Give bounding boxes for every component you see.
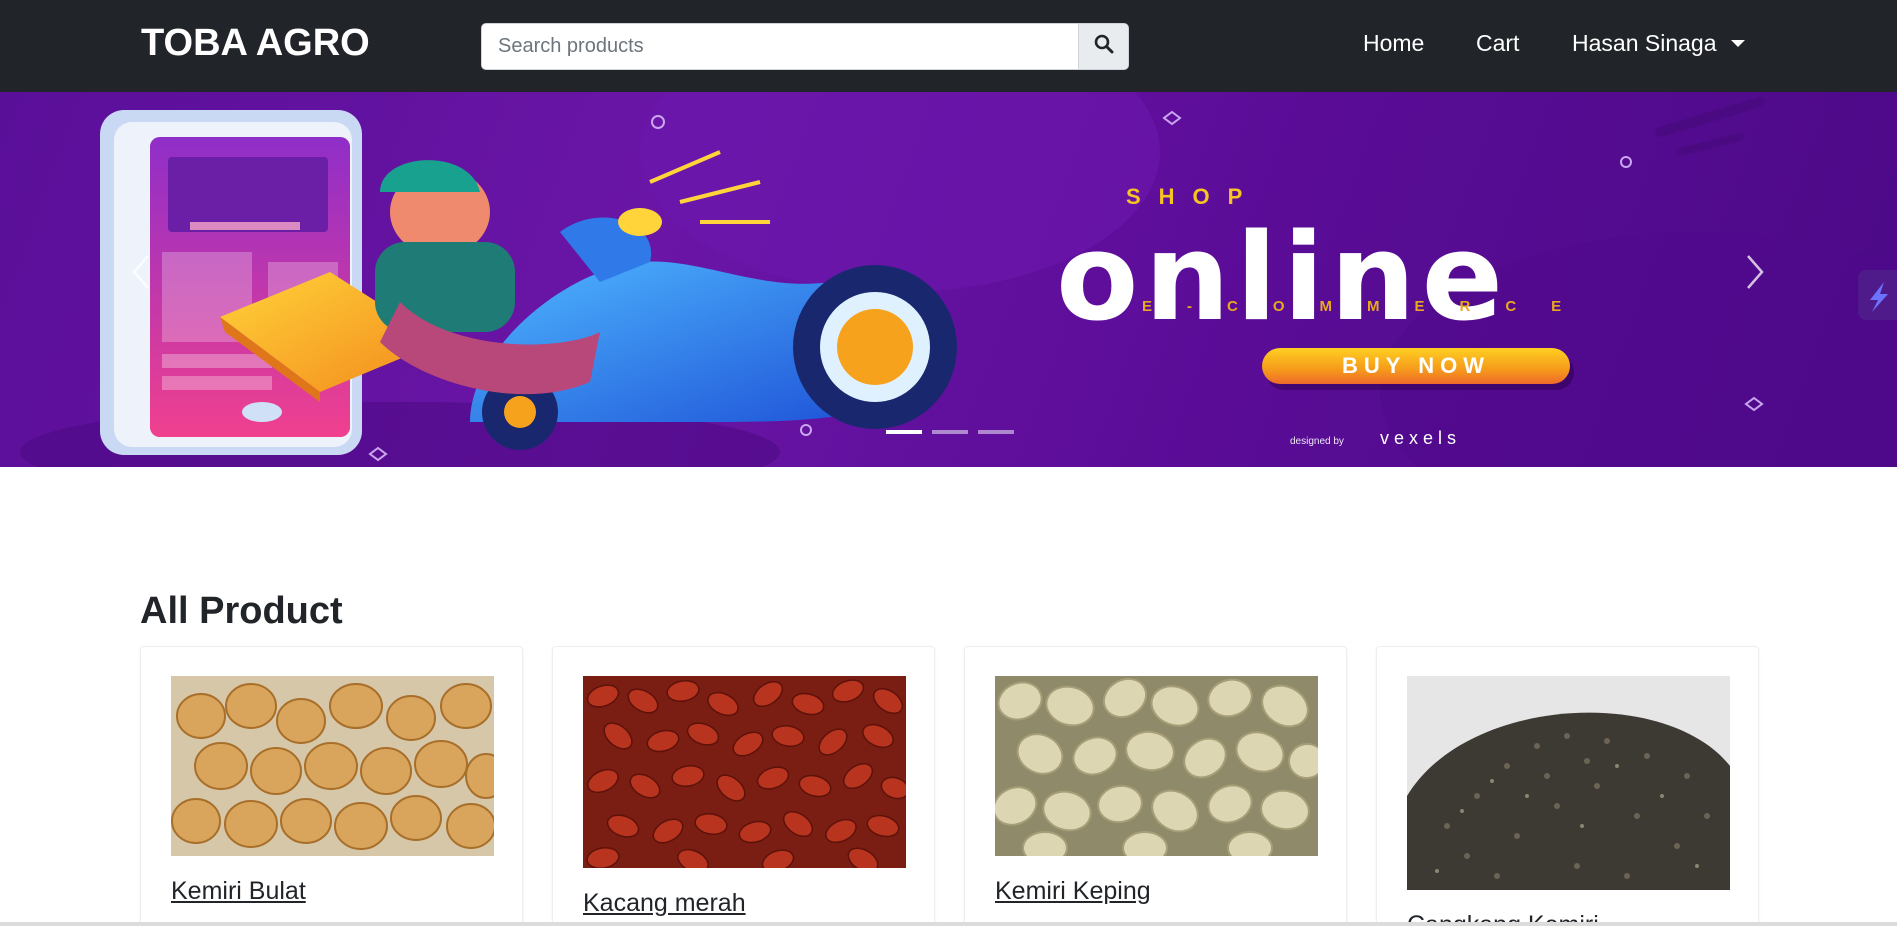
search-form <box>481 23 1129 70</box>
carousel-indicator[interactable] <box>886 430 922 434</box>
product-card[interactable]: Kemiri Keping <box>964 646 1347 926</box>
delivery-illustration <box>20 92 1897 467</box>
hero-carousel: SHOP online E-COMMERCE BUY NOW designed … <box>0 92 1897 467</box>
search-icon <box>1094 34 1114 59</box>
carousel-next-control[interactable] <box>1740 252 1770 292</box>
lightning-icon <box>1870 282 1888 312</box>
product-name-link[interactable]: Kemiri Bulat <box>171 877 306 906</box>
viewport-bottom-edge <box>0 922 1897 926</box>
carousel-indicator[interactable] <box>978 430 1014 434</box>
page: TOBA AGRO Home Cart Hasan Sinaga <box>0 0 1897 926</box>
caret-down-icon <box>1730 40 1745 47</box>
vexels-credit: vexels <box>1380 428 1462 448</box>
side-widget-tab[interactable] <box>1858 270 1897 320</box>
user-name: Hasan Sinaga <box>1572 30 1717 56</box>
user-menu-dropdown[interactable]: Hasan Sinaga <box>1572 30 1745 57</box>
product-card[interactable]: Cangkang Kemiri <box>1376 646 1759 926</box>
candlenut-pieces-photo[interactable] <box>995 676 1318 856</box>
navbar: TOBA AGRO Home Cart Hasan Sinaga <box>0 0 1897 92</box>
online-headline: online <box>1056 209 1509 348</box>
candlenut-shell-photo[interactable] <box>1407 676 1730 890</box>
search-input[interactable] <box>482 24 1080 69</box>
nav-home-link[interactable]: Home <box>1363 30 1424 57</box>
search-button[interactable] <box>1078 24 1128 69</box>
nav-cart-link[interactable]: Cart <box>1476 30 1519 57</box>
red-beans-photo[interactable] <box>583 676 906 868</box>
product-name-link[interactable]: Kemiri Keping <box>995 877 1151 906</box>
candlenut-whole-photo[interactable] <box>171 676 494 856</box>
designer-credit: designed by <box>1290 436 1344 447</box>
product-card[interactable]: Kemiri Bulat <box>140 646 523 926</box>
buy-now-button[interactable]: BUY NOW <box>1262 348 1570 384</box>
brand-logo[interactable]: TOBA AGRO <box>141 22 370 65</box>
carousel-prev-control[interactable] <box>126 252 156 292</box>
section-title: All Product <box>140 590 343 632</box>
chevron-right-icon <box>1747 255 1764 289</box>
product-card[interactable]: Kacang merah <box>552 646 935 926</box>
carousel-indicators <box>886 430 1014 434</box>
product-name-link[interactable]: Kacang merah <box>583 889 746 918</box>
chevron-left-icon <box>132 255 149 289</box>
carousel-indicator[interactable] <box>932 430 968 434</box>
ecommerce-subline: E-COMMERCE <box>1142 298 1597 315</box>
